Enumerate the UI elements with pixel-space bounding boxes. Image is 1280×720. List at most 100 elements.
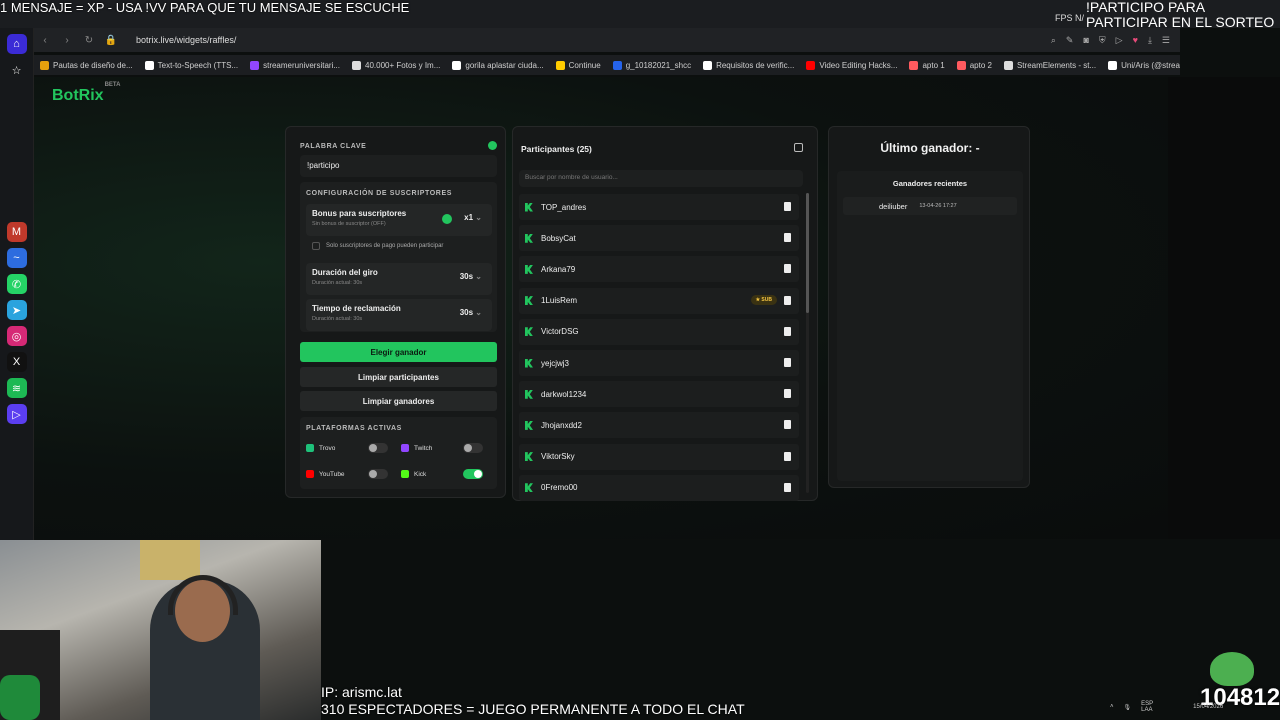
bookmark-item[interactable]: StreamElements - st...: [998, 60, 1102, 70]
bonus-info-icon[interactable]: [442, 214, 452, 224]
forward-icon[interactable]: ›: [56, 35, 78, 46]
player-icon[interactable]: ▷: [6, 404, 27, 424]
only-subs-row: Solo suscriptores de pago pueden partici…: [312, 242, 443, 250]
participant-row[interactable]: darkwol1234: [519, 381, 799, 408]
trash-icon[interactable]: [784, 295, 791, 305]
bookmark-item[interactable]: Requisitos de verific...: [697, 60, 800, 70]
participant-row[interactable]: 1LuisRem ★ SUB: [519, 287, 799, 314]
whatsapp-icon[interactable]: ✆: [6, 274, 27, 294]
shield-icon[interactable]: ⛨: [1099, 35, 1106, 46]
participant-row[interactable]: VictorDSG: [519, 318, 799, 345]
participant-name: Jhojanxdd2: [541, 420, 582, 430]
bookmark-item[interactable]: Continue: [550, 60, 607, 70]
bookmark-item[interactable]: Pautas de diseño de...: [34, 60, 139, 70]
layout-text: LAA: [1141, 707, 1153, 713]
spin-subtitle: Duración actual: 30s: [312, 280, 363, 286]
bonus-subtitle: Sin bonus de suscriptor (OFF): [312, 221, 386, 227]
pick-winner-button[interactable]: Elegir ganador: [300, 342, 497, 362]
platform-toggle[interactable]: [368, 469, 388, 479]
bookmark-item[interactable]: Uni/Aris (@streame...: [1102, 60, 1180, 70]
participant-scrollbar[interactable]: [806, 193, 809, 493]
trash-icon[interactable]: [784, 451, 791, 461]
bookmark-label: 40.000+ Fotos y Im...: [365, 60, 441, 70]
system-tray: ˄ 🎙 ESP LAA 15/04/2026: [1110, 694, 1280, 720]
bookmark-item[interactable]: apto 1: [903, 60, 950, 70]
gmail-icon[interactable]: M: [6, 222, 27, 242]
participant-row[interactable]: Jhojanxdd2: [519, 412, 799, 439]
instagram-icon[interactable]: ◎: [6, 326, 27, 346]
clear-participants-button[interactable]: Limpiar participantes: [300, 367, 497, 387]
bookmark-item[interactable]: Video Editing Hacks...: [800, 60, 903, 70]
menu-icon[interactable]: ☰: [1162, 35, 1170, 46]
copy-icon[interactable]: [794, 143, 803, 152]
trash-icon[interactable]: [784, 326, 791, 336]
bookmark-label: g_10182021_shcc: [625, 60, 692, 70]
bookmark-item[interactable]: Text-to-Speech (TTS...: [139, 60, 244, 70]
telegram-icon[interactable]: ➤: [6, 300, 27, 320]
trash-icon[interactable]: [784, 358, 791, 367]
download-icon[interactable]: ⤓: [1148, 35, 1152, 46]
participant-row[interactable]: ViktorSky: [519, 443, 799, 470]
claim-subtitle: Duración actual: 30s: [312, 316, 363, 322]
messenger-icon[interactable]: ~: [6, 248, 27, 268]
clear-winners-button[interactable]: Limpiar ganadores: [300, 391, 497, 411]
bookmarks-bar: Pautas de diseño de... Text-to-Speech (TT…: [34, 55, 1180, 75]
spin-select[interactable]: 30s ⌄: [460, 272, 482, 281]
keyword-input[interactable]: !participo: [300, 155, 497, 177]
only-subs-checkbox[interactable]: [312, 242, 320, 250]
trash-icon[interactable]: [784, 420, 791, 430]
fps-readout: FPS N/: [1055, 13, 1085, 23]
info-icon[interactable]: [488, 141, 497, 150]
banner-line-1: !PARTICIPO PARA: [1086, 0, 1206, 15]
spotify-icon[interactable]: ≋: [6, 378, 27, 398]
play-icon[interactable]: ▷: [1116, 35, 1123, 46]
bookmark-item[interactable]: g_10182021_shcc: [607, 60, 697, 70]
participant-row[interactable]: yejcjwj3: [519, 350, 799, 376]
star-icon[interactable]: ☆: [7, 60, 27, 80]
platform-toggle[interactable]: [463, 469, 483, 479]
botrix-logo[interactable]: BotRixBETA: [52, 82, 120, 105]
url-field[interactable]: botrix.live/widgets/raffles/: [136, 35, 236, 45]
chevron-up-icon[interactable]: ˄: [1110, 704, 1114, 710]
bookmark-item[interactable]: gorila aplastar ciuda...: [446, 60, 549, 70]
claim-time-row: Tiempo de reclamación Duración actual: 3…: [306, 299, 492, 331]
bonus-select[interactable]: x1 ⌄: [464, 213, 482, 222]
edit-icon[interactable]: ✎: [1066, 35, 1074, 46]
platform-toggle[interactable]: [463, 443, 483, 453]
trash-icon[interactable]: [784, 202, 791, 211]
participant-row[interactable]: BobsyCat: [519, 225, 799, 252]
spin-value: 30s: [459, 272, 474, 281]
recent-winner-row: deiliuber 13-04-26 17:27: [843, 197, 1017, 215]
x-icon[interactable]: X: [6, 352, 27, 372]
bookmark-icon: [956, 60, 966, 70]
participant-row[interactable]: TOP_andres: [519, 194, 799, 220]
claim-select[interactable]: 30s ⌄: [460, 308, 482, 317]
botrix-page: BotRixBETA PALABRA CLAVE !participo CONF…: [34, 77, 1168, 539]
bookmark-item[interactable]: streameruniversitari...: [244, 60, 346, 70]
back-icon[interactable]: ‹: [34, 35, 56, 46]
participant-row[interactable]: 0Fremo00: [519, 474, 799, 501]
bookmark-item[interactable]: apto 2: [951, 60, 998, 70]
stream-banner-right: !PARTICIPO PARA PARTICIPAR EN EL SORTEO: [1086, 0, 1278, 30]
mic-icon[interactable]: 🎙: [1124, 704, 1132, 711]
trash-icon[interactable]: [784, 482, 791, 492]
camera-icon[interactable]: ◙: [1083, 35, 1088, 46]
trash-icon[interactable]: [784, 264, 791, 274]
home-icon[interactable]: ⌂: [6, 34, 27, 54]
platform-label: YouTube: [319, 470, 345, 478]
reload-icon[interactable]: ↻: [78, 35, 100, 46]
trash-icon[interactable]: [784, 389, 791, 399]
bookmark-label: streameruniversitari...: [263, 60, 341, 70]
bookmark-item[interactable]: 40.000+ Fotos y Im...: [346, 60, 446, 70]
search-icon[interactable]: ⌕: [1051, 35, 1056, 46]
trash-icon[interactable]: [784, 233, 791, 243]
lang-indicator[interactable]: ESP LAA: [1141, 701, 1153, 713]
participant-search-input[interactable]: Buscar por nombre de usuario...: [519, 170, 803, 187]
participant-name: Arkana79: [541, 264, 576, 274]
stream-banner-top: 1 MENSAJE = XP - USA !VV PARA QUE TU MEN…: [0, 0, 410, 15]
platform-toggle[interactable]: [368, 443, 388, 453]
heart-icon[interactable]: ♥: [1133, 35, 1138, 46]
ip-text: IP: arismc.lat: [321, 684, 402, 700]
participant-row[interactable]: Arkana79: [519, 256, 799, 283]
kick-icon: [525, 358, 533, 368]
